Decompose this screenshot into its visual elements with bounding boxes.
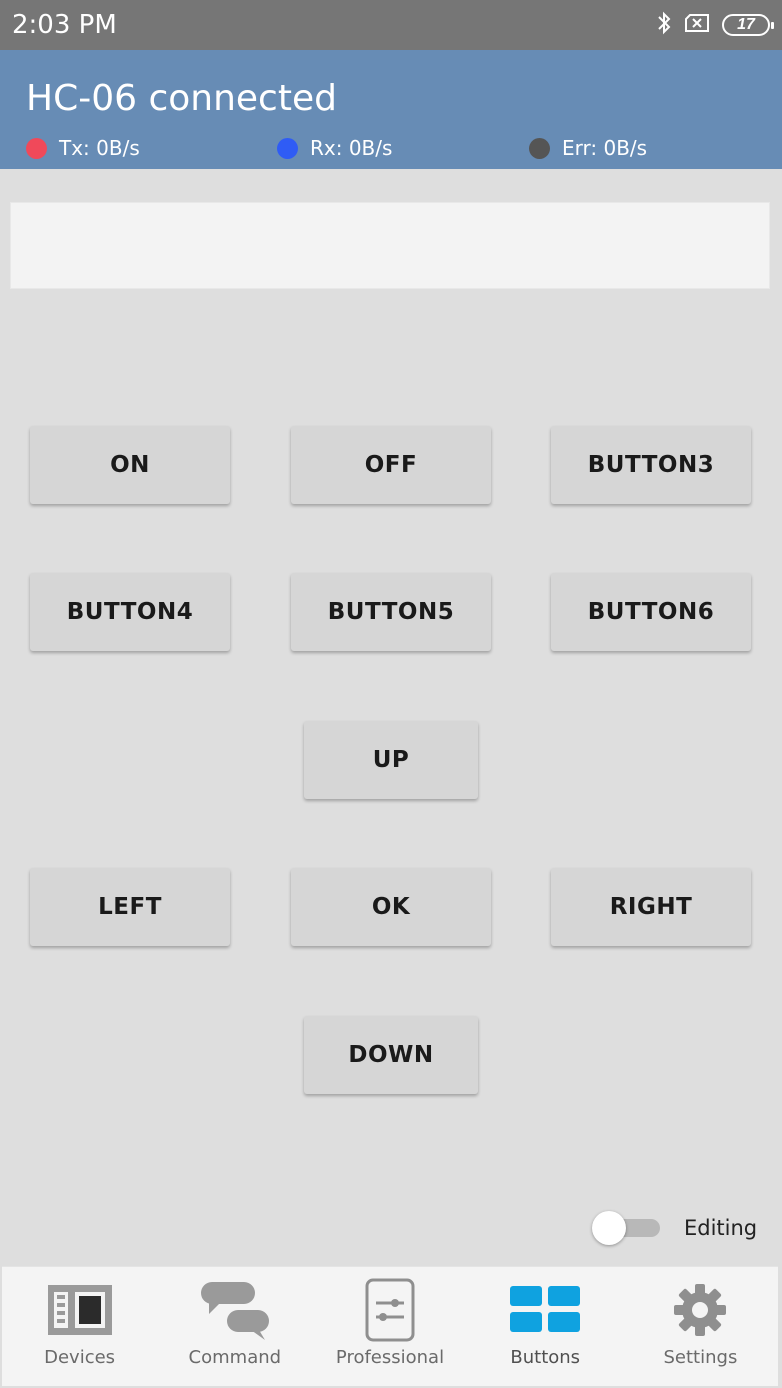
nav-item-professional[interactable]: Professional	[312, 1267, 467, 1386]
grid-icon	[509, 1273, 581, 1347]
battery-level: 17	[737, 16, 755, 33]
app-bar: HC-06 connected Tx: 0B/s Rx: 0B/s Err: 0…	[0, 50, 782, 169]
nav-label-buttons: Buttons	[510, 1347, 581, 1368]
rx-indicator-dot	[277, 137, 298, 159]
editing-label: Editing	[684, 1216, 758, 1240]
nav-label-command: Command	[188, 1347, 282, 1368]
system-icons: 17	[656, 10, 774, 40]
tx-stat: Tx: 0B/s	[26, 136, 140, 160]
gear-icon	[672, 1273, 728, 1347]
connection-title: HC-06 connected	[26, 78, 337, 119]
chat-bubbles-icon	[199, 1273, 271, 1347]
off-button[interactable]: OFF	[291, 426, 491, 504]
err-stat: Err: 0B/s	[529, 136, 647, 160]
terminal-output[interactable]	[10, 202, 770, 289]
nav-label-settings: Settings	[663, 1347, 738, 1368]
nav-item-settings[interactable]: Settings	[623, 1267, 778, 1386]
button4[interactable]: BUTTON4	[30, 573, 230, 651]
nav-item-devices[interactable]: Devices	[2, 1267, 157, 1386]
bluetooth-icon	[656, 11, 672, 40]
editing-switch[interactable]	[590, 1208, 662, 1248]
tx-indicator-dot	[26, 137, 47, 159]
button6[interactable]: BUTTON6	[551, 573, 751, 651]
button5[interactable]: BUTTON5	[291, 573, 491, 651]
err-label: Err: 0B/s	[562, 136, 648, 160]
down-button[interactable]: DOWN	[304, 1016, 478, 1094]
tx-label: Tx: 0B/s	[59, 136, 140, 160]
button3[interactable]: BUTTON3	[551, 426, 751, 504]
left-button[interactable]: LEFT	[30, 868, 230, 946]
status-time: 2:03 PM	[12, 10, 117, 40]
rx-stat: Rx: 0B/s	[277, 136, 392, 160]
status-bar: 2:03 PM 17	[0, 0, 782, 50]
nav-item-buttons[interactable]: Buttons	[468, 1267, 623, 1386]
devices-icon	[47, 1273, 113, 1347]
battery-icon: 17	[722, 14, 774, 36]
err-indicator-dot	[529, 137, 550, 159]
sliders-icon	[364, 1273, 416, 1347]
nav-label-professional: Professional	[335, 1347, 445, 1368]
up-button[interactable]: UP	[304, 721, 478, 799]
editing-row: Editing	[590, 1206, 770, 1250]
bottom-nav: Devices Command Professional Buttons Set…	[2, 1266, 778, 1386]
ok-button[interactable]: OK	[291, 868, 491, 946]
right-button[interactable]: RIGHT	[551, 868, 751, 946]
sim-disabled-icon	[684, 13, 710, 38]
rx-label: Rx: 0B/s	[310, 136, 393, 160]
switch-thumb	[592, 1211, 626, 1245]
on-button[interactable]: ON	[30, 426, 230, 504]
nav-label-devices: Devices	[44, 1347, 116, 1368]
nav-item-command[interactable]: Command	[157, 1267, 312, 1386]
